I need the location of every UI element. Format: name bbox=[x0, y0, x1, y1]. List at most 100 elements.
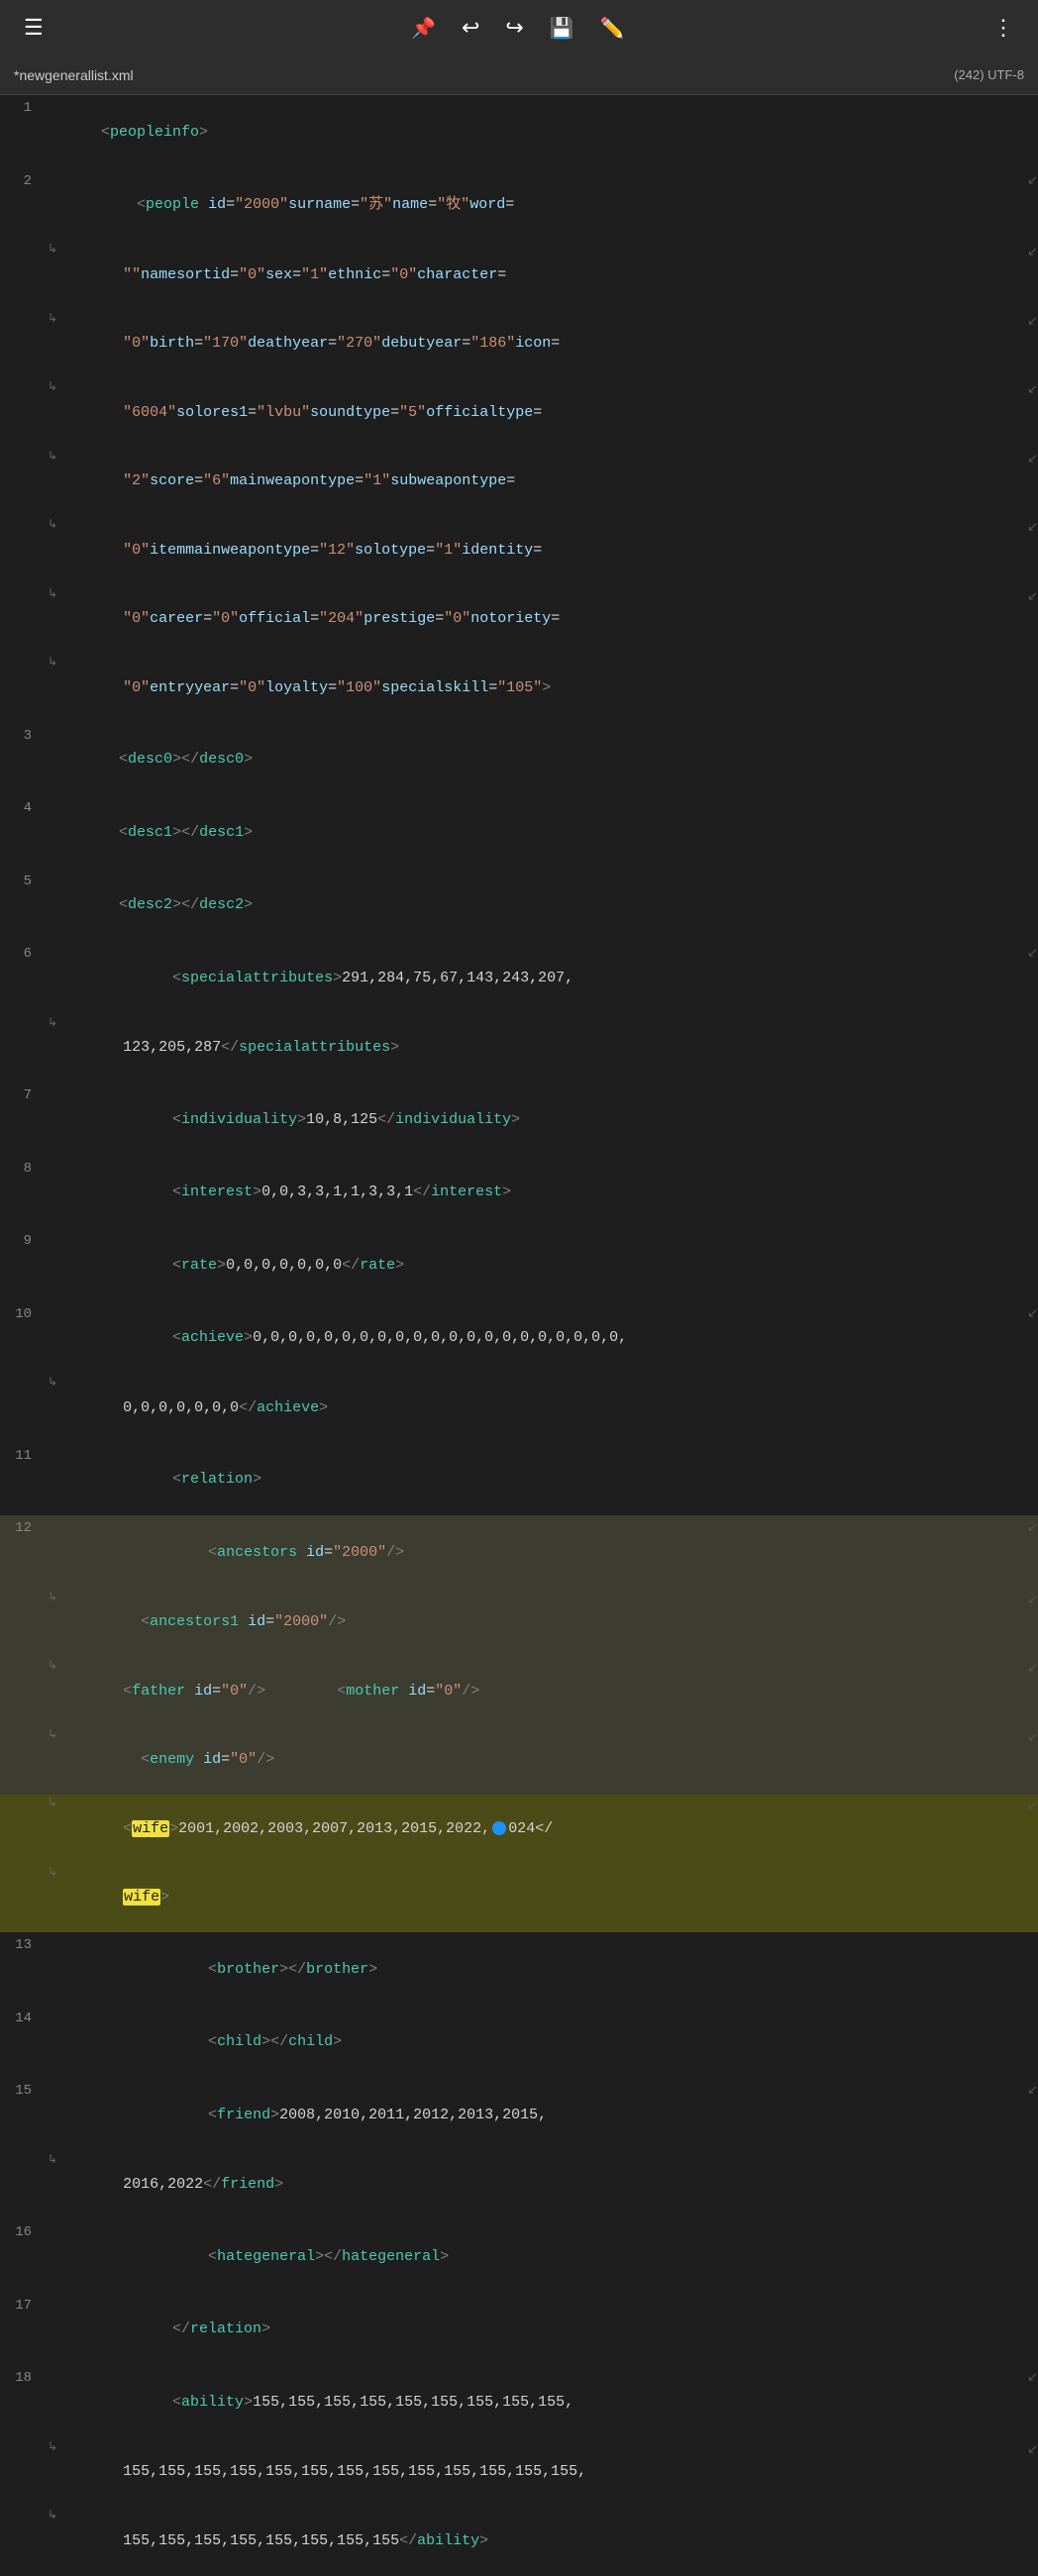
cont-line-12d: ↳ <wife>2001,2002,2003,2007,2013,2015,20… bbox=[0, 1795, 1038, 1864]
line-num-14: 14 bbox=[0, 2008, 48, 2026]
line-num-9: 9 bbox=[0, 1230, 48, 1249]
undo-button[interactable]: ↩ bbox=[458, 11, 483, 45]
cont-content-6a[interactable]: 123,205,287</specialattributes> bbox=[57, 1015, 1038, 1082]
cont-content-2f[interactable]: "0"career="0"official="204"prestige="0"n… bbox=[57, 586, 1023, 654]
line-num-5: 5 bbox=[0, 871, 48, 889]
cont-content-18b[interactable]: 155,155,155,155,155,155,155,155</ability… bbox=[57, 2508, 1038, 2575]
redo-button[interactable]: ↪ bbox=[501, 11, 527, 45]
cont-content-2e[interactable]: "0"itemmainweapontype="12"solotype="1"id… bbox=[57, 517, 1023, 584]
line-content-4[interactable]: <desc1></desc1> bbox=[48, 797, 1038, 867]
cont-content-2a[interactable]: ""namesortid="0"sex="1"ethnic="0"charact… bbox=[57, 242, 1023, 309]
line-num-1: 1 bbox=[0, 97, 48, 116]
cont-content-2c[interactable]: "6004"solores1="lvbu"soundtype="5"offici… bbox=[57, 379, 1023, 447]
cont-line-18a: ↳ 155,155,155,155,155,155,155,155,155,15… bbox=[0, 2438, 1038, 2508]
code-area: 1 <peopleinfo> 2 <people id="2000"surnam… bbox=[0, 95, 1038, 2576]
cont-line-10a: ↳ 0,0,0,0,0,0,0</achieve> bbox=[0, 1374, 1038, 1443]
cont-content-2b[interactable]: "0"birth="170"deathyear="270"debutyear="… bbox=[57, 311, 1023, 378]
cont-content-12c[interactable]: <enemy id="0"/> bbox=[57, 1727, 1023, 1795]
save-icon: 💾 bbox=[550, 16, 574, 41]
line-content-16[interactable]: <hategeneral></hategeneral> bbox=[48, 2221, 1038, 2291]
pin-icon: 📌 bbox=[411, 16, 436, 41]
line-num-18: 18 bbox=[0, 2367, 48, 2386]
line-num-15: 15 bbox=[0, 2080, 48, 2099]
cont-line-12e: ↳ wife> bbox=[0, 1864, 1038, 1933]
cont-content-2g[interactable]: "0"entryyear="0"loyalty="100"specialskil… bbox=[57, 655, 1038, 722]
code-line-1: 1 <peopleinfo> bbox=[0, 95, 1038, 168]
line-content-13[interactable]: <brother></brother> bbox=[48, 1934, 1038, 2004]
line-content-5[interactable]: <desc2></desc2> bbox=[48, 871, 1038, 940]
code-line-18: 18 <ability>155,155,155,155,155,155,155,… bbox=[0, 2365, 1038, 2438]
line-content-2[interactable]: <people id="2000"surname="苏"name="牧"word… bbox=[48, 170, 1023, 240]
line-content-1[interactable]: <peopleinfo> bbox=[48, 97, 1038, 166]
cont-line-2a: ↳ ""namesortid="0"sex="1"ethnic="0"chara… bbox=[0, 241, 1038, 310]
cont-content-2d[interactable]: "2"score="6"mainweapontype="1"subweapont… bbox=[57, 449, 1023, 516]
line-num-2: 2 bbox=[0, 170, 48, 189]
menu-button[interactable]: ☰ bbox=[20, 11, 48, 45]
edit-icon: ✏️ bbox=[600, 16, 625, 41]
edit-button[interactable]: ✏️ bbox=[596, 12, 629, 45]
line-num-8: 8 bbox=[0, 1158, 48, 1177]
cont-content-18a[interactable]: 155,155,155,155,155,155,155,155,155,155,… bbox=[57, 2439, 1023, 2507]
cont-content-12a[interactable]: <ancestors1 id="2000"/> bbox=[57, 1590, 1023, 1657]
menu-icon: ☰ bbox=[24, 15, 44, 41]
code-line-12: 12 <ancestors id="2000"/> ↙ bbox=[0, 1515, 1038, 1589]
toolbar: ☰ 📌 ↩ ↪ 💾 ✏️ ⋮ bbox=[0, 0, 1038, 55]
cont-line-2c: ↳ "6004"solores1="lvbu"soundtype="5"offi… bbox=[0, 378, 1038, 448]
cont-line-12a: ↳ <ancestors1 id="2000"/> ↙ bbox=[0, 1589, 1038, 1658]
toolbar-left: ☰ bbox=[20, 11, 48, 45]
tab-filename[interactable]: *newgenerallist.xml bbox=[14, 67, 134, 83]
code-line-6: 6 <specialattributes>291,284,75,67,143,2… bbox=[0, 941, 1038, 1014]
line-content-10[interactable]: <achieve>0,0,0,0,0,0,0,0,0,0,0,0,0,0,0,0… bbox=[48, 1303, 1023, 1373]
cont-content-12d[interactable]: <wife>2001,2002,2003,2007,2013,2015,2022… bbox=[57, 1796, 1023, 1863]
code-line-8: 8 <interest>0,0,3,3,1,1,3,3,1</interest> bbox=[0, 1156, 1038, 1229]
line-num-11: 11 bbox=[0, 1445, 48, 1464]
cont-line-6a: ↳ 123,205,287</specialattributes> bbox=[0, 1014, 1038, 1083]
line-num-13: 13 bbox=[0, 1934, 48, 1953]
line-content-11[interactable]: <relation> bbox=[48, 1445, 1038, 1514]
cont-content-15a[interactable]: 2016,2022</friend> bbox=[57, 2152, 1038, 2219]
line-num-3: 3 bbox=[0, 725, 48, 744]
line-content-9[interactable]: <rate>0,0,0,0,0,0,0</rate> bbox=[48, 1230, 1038, 1299]
line-content-7[interactable]: <individuality>10,8,125</individuality> bbox=[48, 1084, 1038, 1154]
line-content-12[interactable]: <ancestors id="2000"/> bbox=[48, 1517, 1023, 1587]
pin-button[interactable]: 📌 bbox=[407, 12, 440, 45]
line-content-3[interactable]: <desc0></desc0> bbox=[48, 725, 1038, 794]
line-content-8[interactable]: <interest>0,0,3,3,1,1,3,3,1</interest> bbox=[48, 1158, 1038, 1227]
line-num-6: 6 bbox=[0, 943, 48, 962]
line-num-7: 7 bbox=[0, 1084, 48, 1103]
cont-content-12e[interactable]: wife> bbox=[57, 1865, 1038, 1932]
save-button[interactable]: 💾 bbox=[546, 12, 578, 45]
wrap-arrow-2: ↙ bbox=[1023, 170, 1038, 188]
line-content-6[interactable]: <specialattributes>291,284,75,67,143,243… bbox=[48, 943, 1023, 1012]
more-button[interactable]: ⋮ bbox=[988, 11, 1018, 45]
blue-dot bbox=[492, 1821, 506, 1835]
line-num-4: 4 bbox=[0, 797, 48, 816]
cont-content-12b[interactable]: <father id="0"/> <mother id="0"/> bbox=[57, 1658, 1023, 1725]
code-line-5: 5 <desc2></desc2> bbox=[0, 869, 1038, 942]
tab-info: (242) UTF-8 bbox=[954, 67, 1024, 82]
code-line-4: 4 <desc1></desc1> bbox=[0, 795, 1038, 869]
line-num-12: 12 bbox=[0, 1517, 48, 1536]
cont-line-15a: ↳ 2016,2022</friend> bbox=[0, 2151, 1038, 2220]
code-line-10: 10 <achieve>0,0,0,0,0,0,0,0,0,0,0,0,0,0,… bbox=[0, 1301, 1038, 1375]
code-line-9: 9 <rate>0,0,0,0,0,0,0</rate> bbox=[0, 1228, 1038, 1301]
line-num-10: 10 bbox=[0, 1303, 48, 1322]
code-line-17: 17 </relation> bbox=[0, 2293, 1038, 2366]
code-line-3: 3 <desc0></desc0> bbox=[0, 723, 1038, 796]
more-icon: ⋮ bbox=[992, 15, 1014, 41]
code-line-16: 16 <hategeneral></hategeneral> bbox=[0, 2219, 1038, 2293]
code-line-13: 13 <brother></brother> bbox=[0, 1932, 1038, 2006]
line-content-14[interactable]: <child></child> bbox=[48, 2008, 1038, 2077]
line-content-18[interactable]: <ability>155,155,155,155,155,155,155,155… bbox=[48, 2367, 1023, 2436]
cont-line-2d: ↳ "2"score="6"mainweapontype="1"subweapo… bbox=[0, 448, 1038, 517]
redo-icon: ↪ bbox=[505, 15, 523, 41]
toolbar-right: ⋮ bbox=[988, 11, 1018, 45]
line-content-17[interactable]: </relation> bbox=[48, 2295, 1038, 2364]
code-line-11: 11 <relation> bbox=[0, 1443, 1038, 1516]
cont-line-2b: ↳ "0"birth="170"deathyear="270"debutyear… bbox=[0, 310, 1038, 379]
cont-content-10a[interactable]: 0,0,0,0,0,0,0</achieve> bbox=[57, 1375, 1038, 1442]
code-line-15: 15 <friend>2008,2010,2011,2012,2013,2015… bbox=[0, 2078, 1038, 2151]
tab-bar: *newgenerallist.xml (242) UTF-8 bbox=[0, 55, 1038, 95]
line-content-15[interactable]: <friend>2008,2010,2011,2012,2013,2015, bbox=[48, 2080, 1023, 2149]
cont-line-18b: ↳ 155,155,155,155,155,155,155,155</abili… bbox=[0, 2507, 1038, 2576]
